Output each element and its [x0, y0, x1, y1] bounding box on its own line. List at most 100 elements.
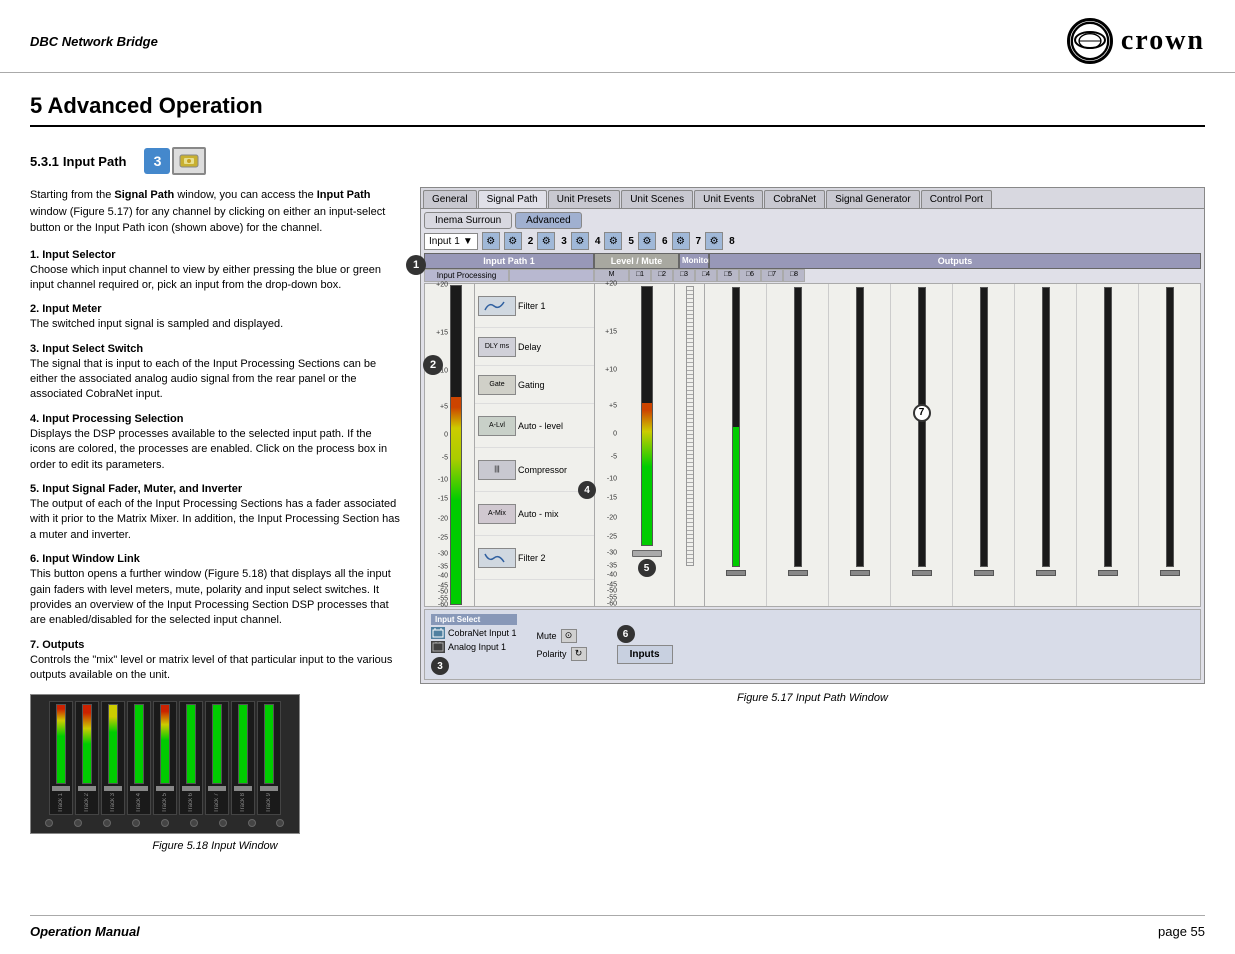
footer-left: Operation Manual [30, 924, 140, 939]
mixer-strip-1: Track 1 [49, 701, 73, 816]
out1-header: □1 [629, 269, 651, 282]
gear-btn-2[interactable]: ⚙ [504, 232, 522, 250]
fader-5 [156, 786, 174, 791]
output-columns: 7 [705, 284, 1200, 606]
out-fader-7[interactable] [1098, 570, 1118, 576]
out-col-8 [1139, 284, 1200, 606]
out-fader-1[interactable] [726, 570, 746, 576]
tab-control-port[interactable]: Control Port [921, 190, 992, 208]
ctrl-dot-3 [103, 819, 111, 827]
subtab-advanced[interactable]: Advanced [515, 212, 581, 229]
s6-title: 6. Input Window Link [30, 553, 400, 565]
s3-title: 3. Input Select Switch [30, 343, 400, 355]
channel-8-label: 8 [729, 236, 735, 247]
level-meter-inner: +20 +15 +10 +5 0 -5 -10 -15 -20 -25 [595, 284, 674, 604]
input-select-label: Input Select [431, 614, 517, 625]
s5-body: The output of each of the Input Processi… [30, 497, 400, 543]
sub-tab-bar: Inema Surroun Advanced [424, 212, 1201, 229]
path-icon-box [172, 147, 206, 175]
tab-unit-presets[interactable]: Unit Presets [548, 190, 620, 208]
lm-meter-fill [642, 403, 652, 545]
lm-scale-20minus: -20 [607, 514, 617, 521]
proc-delay-row: DLY ms Delay [475, 328, 594, 366]
mixer-strip-7: Track 7 [205, 701, 229, 816]
polarity-btn[interactable]: ↻ [571, 647, 587, 661]
page-content: 5 Advanced Operation 5.3.1 Input Path 3 [0, 73, 1235, 872]
scale-5plus: +5 [440, 403, 448, 410]
mute-btn[interactable]: ⊙ [561, 629, 577, 643]
out-fader-4[interactable] [912, 570, 932, 576]
tab-signal-path[interactable]: Signal Path [478, 190, 547, 208]
lm-scale-10plus: +10 [605, 367, 617, 374]
callout-7: 7 [913, 404, 931, 422]
compressor-icon[interactable]: ||| [478, 460, 516, 480]
cobranet-label: CobraNet Input 1 [448, 628, 517, 638]
gear-btn-3[interactable]: ⚙ [537, 232, 555, 250]
automix-icon[interactable]: A-Mix [478, 504, 516, 524]
fader-2 [78, 786, 96, 791]
fader-6 [182, 786, 200, 791]
gear-btn-4[interactable]: ⚙ [571, 232, 589, 250]
out5-header: □5 [717, 269, 739, 282]
column-headers: Input Path 1 Level / Mute Monitor Output… [424, 253, 1201, 269]
filter1-icon[interactable] [478, 296, 516, 316]
tab-general[interactable]: General [423, 190, 477, 208]
channel-5-label: 5 [628, 236, 634, 247]
left-meter-bar [450, 285, 462, 605]
fader-handle[interactable] [632, 550, 662, 557]
s3-body: The signal that is input to each of the … [30, 357, 400, 403]
level-bar-3 [108, 704, 118, 784]
inputs-button[interactable]: Inputs [617, 645, 673, 664]
scale-20minus: -20 [438, 515, 448, 522]
out-fader-8[interactable] [1160, 570, 1180, 576]
lm-scale-5minus: -5 [611, 453, 617, 460]
out-fader-2[interactable] [788, 570, 808, 576]
gear-btn-7[interactable]: ⚙ [672, 232, 690, 250]
s7-body: Controls the "mix" level or matrix level… [30, 653, 400, 684]
tab-cobranet[interactable]: CobraNet [764, 190, 825, 208]
out3-header: □3 [673, 269, 695, 282]
filter2-icon[interactable] [478, 548, 516, 568]
out-fader-6[interactable] [1036, 570, 1056, 576]
vu-scale: +20 +15 +10 +5 0 -5 -10 -15 -20 -25 [426, 285, 450, 605]
level-bar-7 [212, 704, 222, 784]
document-title: DBC Network Bridge [30, 34, 158, 49]
strip-label-7: Track 7 [214, 793, 220, 813]
channel-6-label: 6 [662, 236, 668, 247]
gear-btn-8[interactable]: ⚙ [705, 232, 723, 250]
tab-signal-generator[interactable]: Signal Generator [826, 190, 920, 208]
tab-unit-events[interactable]: Unit Events [694, 190, 763, 208]
main-meter-area: +20 +15 +10 +5 0 -5 -10 -15 -20 -25 [424, 283, 1201, 607]
fader-1 [52, 786, 70, 791]
section-number: 5.3.1 [30, 154, 59, 169]
out-col-4: 7 [891, 284, 953, 606]
delay-icon[interactable]: DLY ms [478, 337, 516, 357]
tab-unit-scenes[interactable]: Unit Scenes [621, 190, 693, 208]
fader-8 [234, 786, 252, 791]
gear-btn-1[interactable]: ⚙ [482, 232, 500, 250]
footer-page: page 55 [1158, 924, 1205, 939]
out-fader-3[interactable] [850, 570, 870, 576]
input-1-selector[interactable]: Input 1 ▼ [424, 233, 478, 250]
input-label: Input [429, 236, 451, 247]
scale-15minus: -15 [438, 496, 448, 503]
callout-5: 5 [638, 559, 656, 577]
gear-btn-5[interactable]: ⚙ [604, 232, 622, 250]
mixer-strip-4: Track 4 [127, 701, 151, 816]
scale-5minus: -5 [442, 454, 448, 461]
lm-meter-bar [641, 286, 653, 546]
autolevel-icon[interactable]: A-Lvl [478, 416, 516, 436]
out-col-5 [953, 284, 1015, 606]
strip-label-3: Track 3 [110, 793, 116, 813]
lm-scale: +20 +15 +10 +5 0 -5 -10 -15 -20 -25 [595, 284, 619, 604]
mute-row: Mute ⊙ [537, 629, 587, 643]
s5-title: 5. Input Signal Fader, Muter, and Invert… [30, 483, 400, 495]
subtab-inema[interactable]: Inema Surroun [424, 212, 512, 229]
out-fader-5[interactable] [974, 570, 994, 576]
gating-icon[interactable]: Gate [478, 375, 516, 395]
number-3-badge: 3 [144, 148, 170, 174]
level-bar-9 [264, 704, 274, 784]
level-bar-1 [56, 704, 66, 784]
gear-btn-6[interactable]: ⚙ [638, 232, 656, 250]
mixer-strip-2: Track 2 [75, 701, 99, 816]
